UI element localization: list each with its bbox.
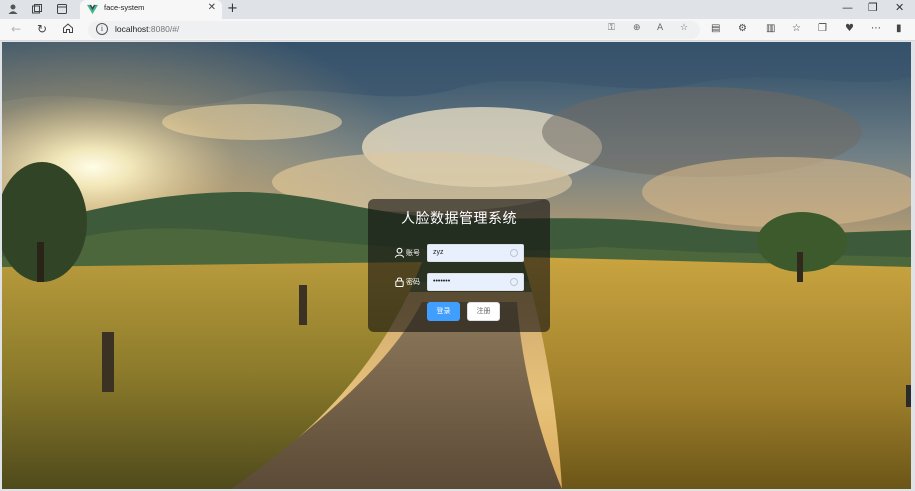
address-bar[interactable]: i localhost:8080/#/ ⚿ ⊕ A ☆ <box>88 21 700 39</box>
clear-password-icon[interactable] <box>510 278 518 286</box>
username-label: 账号 <box>394 246 420 260</box>
more-menu-icon[interactable]: ⋯ <box>871 23 881 34</box>
zoom-icon[interactable]: ⊕ <box>633 23 641 33</box>
refresh-button[interactable]: ↻ <box>37 22 47 37</box>
new-tab-button[interactable]: + <box>227 1 238 16</box>
vue-logo-icon <box>87 4 98 15</box>
active-tab[interactable]: face-system ✕ <box>80 0 222 19</box>
lock-icon <box>395 277 404 288</box>
side-panel-handle[interactable] <box>906 385 911 407</box>
tab-close-icon[interactable]: ✕ <box>208 2 216 13</box>
extensions-icon[interactable]: ⚙ <box>738 23 747 34</box>
collections-icon[interactable]: ❐ <box>818 23 827 34</box>
sidebar-toggle-icon[interactable]: ▮ <box>896 23 902 34</box>
browser-essentials-icon[interactable]: ♥ <box>845 23 854 34</box>
username-input[interactable]: zyz <box>427 244 524 262</box>
apps-icon[interactable]: ▤ <box>711 23 720 34</box>
register-button[interactable]: 注册 <box>467 302 500 321</box>
user-icon <box>394 247 405 258</box>
tab-title: face-system <box>104 3 145 12</box>
clear-username-icon[interactable] <box>510 249 518 257</box>
home-button[interactable] <box>62 22 74 38</box>
favorites-icon[interactable]: ☆ <box>792 23 801 34</box>
browser-tab-strip: face-system ✕ + — ❐ ✕ <box>0 0 915 19</box>
key-icon[interactable]: ⚿ <box>608 23 615 33</box>
password-label: 密码 <box>394 275 420 289</box>
home-icon <box>63 23 73 33</box>
close-window-button[interactable]: ✕ <box>895 1 904 14</box>
read-aloud-icon[interactable]: A <box>657 23 663 33</box>
password-input[interactable]: ••••••• <box>427 273 524 291</box>
browser-toolbar: ← ↻ i localhost:8080/#/ ⚿ ⊕ A ☆ ▤ ⚙ ▥ ☆ … <box>0 19 915 41</box>
split-screen-icon[interactable]: ▥ <box>766 23 775 34</box>
site-info-icon[interactable]: i <box>96 23 108 35</box>
maximize-button[interactable]: ❐ <box>868 1 878 14</box>
favorite-star-icon[interactable]: ☆ <box>680 23 688 33</box>
minimize-button[interactable]: — <box>842 1 853 14</box>
url-text: localhost:8080/#/ <box>115 24 180 34</box>
profile-icon[interactable] <box>6 3 20 17</box>
tab-actions-icon[interactable] <box>55 3 69 17</box>
back-button[interactable]: ← <box>11 22 21 37</box>
page-title: 人脸数据管理系统 <box>401 211 517 227</box>
page-viewport: 人脸数据管理系统 账号 zyz 密码 ••••••• 登录 注册 <box>2 42 911 489</box>
workspaces-icon[interactable] <box>30 3 44 17</box>
login-panel: 人脸数据管理系统 账号 zyz 密码 ••••••• 登录 注册 <box>368 199 550 332</box>
login-button[interactable]: 登录 <box>427 302 460 321</box>
